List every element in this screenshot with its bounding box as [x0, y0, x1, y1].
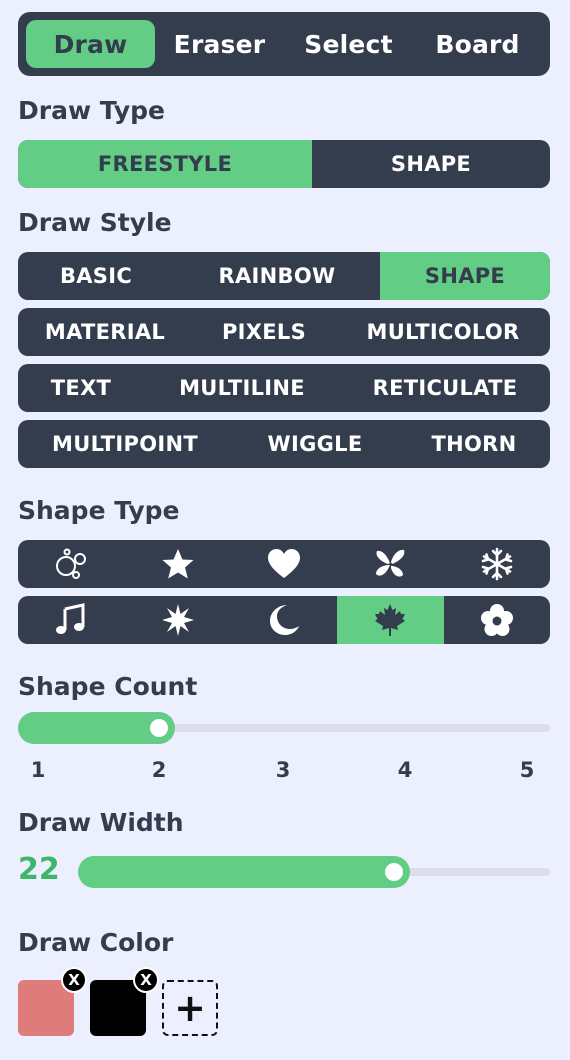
draw-type-freestyle[interactable]: FREESTYLE: [18, 140, 312, 188]
style-basic[interactable]: BASIC: [18, 252, 174, 300]
draw-type-toggle: FREESTYLE SHAPE: [18, 140, 550, 188]
remove-color-button[interactable]: X: [133, 967, 159, 993]
shape-count-heading: Shape Count: [18, 672, 198, 701]
shape-snowflake[interactable]: [444, 540, 550, 588]
shape-count-tick: 4: [397, 758, 413, 782]
draw-style-row-1: BASIC RAINBOW SHAPE: [18, 252, 550, 300]
style-rainbow[interactable]: RAINBOW: [174, 252, 380, 300]
draw-width-fill: [78, 856, 411, 888]
style-multiline[interactable]: MULTILINE: [144, 364, 340, 412]
draw-width-heading: Draw Width: [18, 808, 184, 837]
shape-bubbles[interactable]: [18, 540, 124, 588]
draw-settings-panel: Draw Eraser Select Board Draw Type FREES…: [0, 0, 570, 1060]
tab-select[interactable]: Select: [284, 20, 413, 68]
draw-style-row-2: MATERIAL PIXELS MULTICOLOR: [18, 308, 550, 356]
tab-draw[interactable]: Draw: [26, 20, 155, 68]
shape-music-note[interactable]: [18, 596, 124, 644]
tab-board[interactable]: Board: [413, 20, 542, 68]
style-text[interactable]: TEXT: [18, 364, 144, 412]
bubbles-icon: [56, 548, 87, 579]
music-note-icon: [56, 603, 85, 634]
tool-tabs: Draw Eraser Select Board: [18, 12, 550, 76]
snowflake-icon: [481, 547, 513, 581]
shape-maple-leaf[interactable]: [337, 596, 444, 644]
draw-style-heading: Draw Style: [18, 208, 172, 237]
draw-width-value: 22: [18, 852, 60, 887]
shape-type-row-2: [18, 596, 550, 644]
shape-count-tick: 2: [151, 758, 167, 782]
shape-moon[interactable]: [231, 596, 337, 644]
style-multipoint[interactable]: MULTIPOINT: [18, 420, 232, 468]
sun-burst-icon: [161, 604, 194, 636]
butterfly-icon: [376, 549, 405, 577]
add-color-button[interactable]: +: [162, 980, 218, 1036]
style-multicolor[interactable]: MULTICOLOR: [336, 308, 550, 356]
style-shape[interactable]: SHAPE: [380, 252, 550, 300]
style-thorn[interactable]: THORN: [398, 420, 550, 468]
shape-count-tick: 3: [275, 758, 291, 782]
shape-type-heading: Shape Type: [18, 496, 180, 525]
tab-eraser[interactable]: Eraser: [155, 20, 284, 68]
moon-icon: [270, 605, 300, 635]
shape-star[interactable]: [124, 540, 230, 588]
shape-count-tick: 5: [519, 758, 535, 782]
style-reticulate[interactable]: RETICULATE: [340, 364, 550, 412]
style-pixels[interactable]: PIXELS: [192, 308, 336, 356]
shape-count-tick: 1: [30, 758, 46, 782]
shape-butterfly[interactable]: [337, 540, 443, 588]
draw-style-row-4: MULTIPOINT WIGGLE THORN: [18, 420, 550, 468]
shape-sun-burst[interactable]: [124, 596, 230, 644]
shape-count-knob[interactable]: [146, 715, 172, 741]
flower-icon: [480, 604, 513, 636]
shape-type-row-1: [18, 540, 550, 588]
draw-type-shape[interactable]: SHAPE: [312, 140, 550, 188]
style-wiggle[interactable]: WIGGLE: [232, 420, 398, 468]
shape-flower[interactable]: [444, 596, 550, 644]
shape-count-ticks: 1 2 3 4 5: [18, 758, 550, 784]
maple-leaf-icon: [375, 604, 406, 636]
draw-type-heading: Draw Type: [18, 96, 165, 125]
heart-icon: [268, 549, 301, 578]
star-icon: [162, 549, 194, 579]
shape-heart[interactable]: [231, 540, 337, 588]
draw-style-row-3: TEXT MULTILINE RETICULATE: [18, 364, 550, 412]
remove-color-button[interactable]: X: [61, 967, 87, 993]
style-material[interactable]: MATERIAL: [18, 308, 192, 356]
draw-color-heading: Draw Color: [18, 928, 174, 957]
